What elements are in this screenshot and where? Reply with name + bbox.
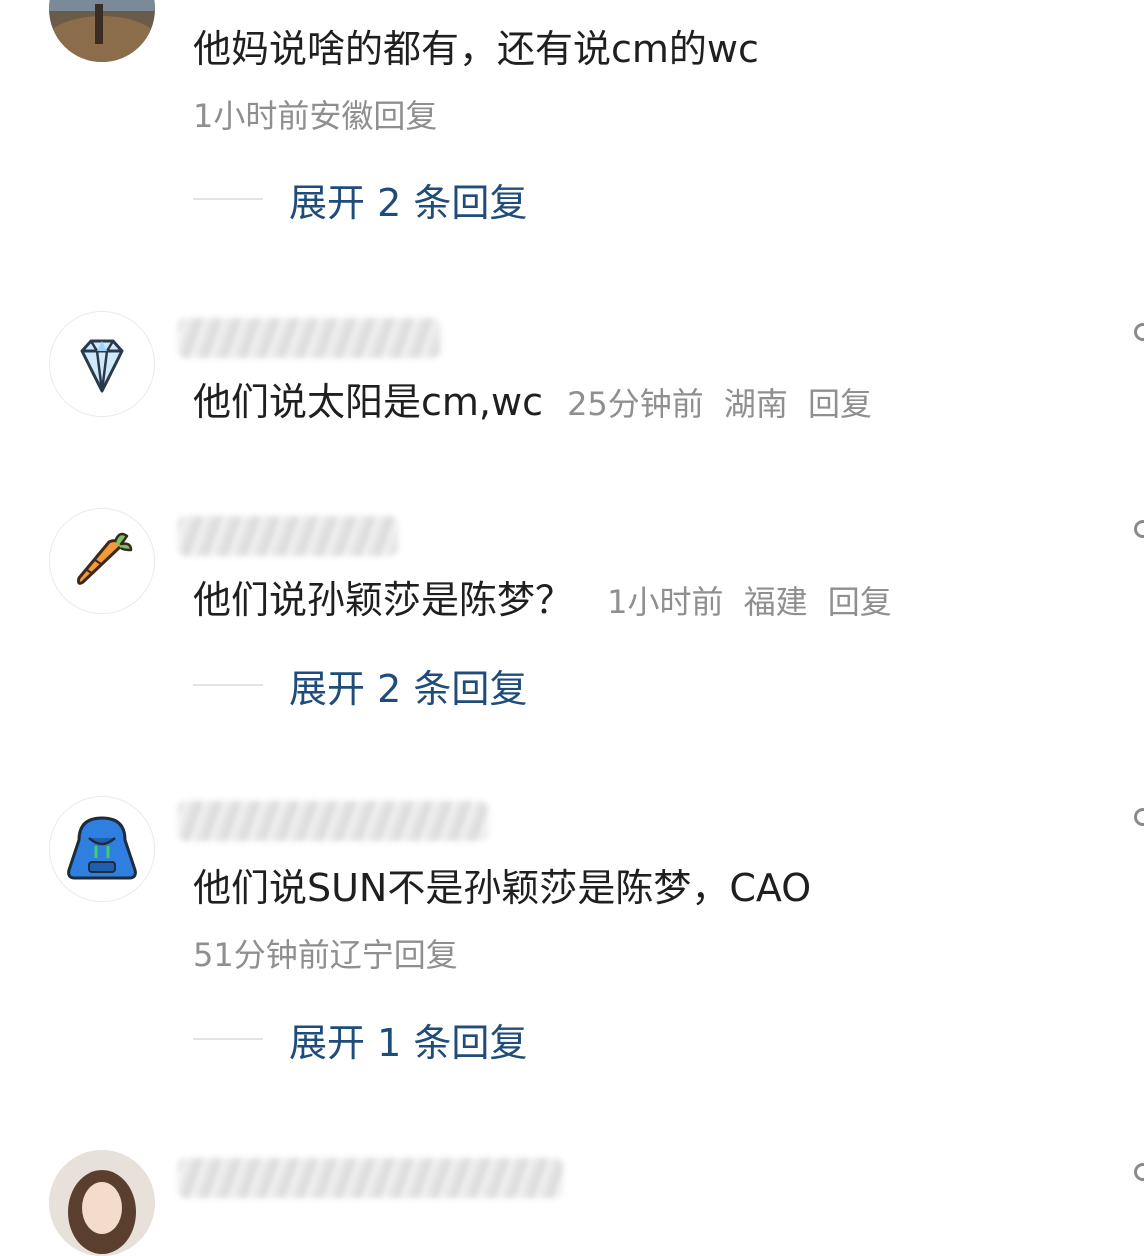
- comment-time: 51分钟前: [193, 936, 330, 974]
- divider: [193, 1038, 263, 1040]
- reply-button[interactable]: 回复: [373, 97, 437, 135]
- expand-replies-button[interactable]: 展开 2 条回复: [193, 662, 527, 711]
- more-icon[interactable]: [1134, 1163, 1144, 1181]
- carrot-icon: [50, 509, 154, 613]
- comment-region: 湖南: [723, 385, 788, 423]
- avatar[interactable]: [49, 1150, 155, 1256]
- comment-time: 1小时前: [607, 583, 724, 621]
- expand-replies-label: 展开 2 条回复: [289, 180, 528, 225]
- reply-button[interactable]: 回复: [394, 936, 458, 974]
- user-photo-avatar: [49, 0, 155, 62]
- avatar[interactable]: [49, 311, 155, 417]
- comment-text: 他们说SUN不是孙颖莎是陈梦，CAO: [193, 866, 812, 910]
- more-icon[interactable]: [1134, 520, 1144, 538]
- comment-region: 辽宁: [329, 936, 394, 974]
- expand-replies-label: 展开 1 条回复: [289, 1020, 528, 1065]
- user-photo-avatar: [49, 1150, 155, 1256]
- divider: [193, 684, 263, 686]
- expand-replies-label: 展开 2 条回复: [289, 666, 528, 711]
- expand-replies-button[interactable]: 展开 1 条回复: [193, 1016, 527, 1065]
- comment-time: 25分钟前: [567, 385, 704, 423]
- avatar[interactable]: [49, 508, 155, 614]
- hoodie-icon: [50, 797, 154, 901]
- comment-region: 福建: [743, 583, 808, 621]
- comment-meta: 51分钟前辽宁回复: [193, 935, 458, 975]
- avatar[interactable]: [49, 0, 155, 62]
- comment-body: 他们说太阳是cm,wc: [193, 380, 543, 424]
- comment-region: 安徽: [309, 97, 374, 135]
- more-icon[interactable]: [1134, 323, 1144, 341]
- blurred-username: [178, 516, 398, 556]
- divider: [193, 198, 263, 200]
- blurred-username: [178, 1158, 563, 1198]
- comment-text: 他们说太阳是cm,wc 25分钟前 湖南 回复: [193, 379, 872, 427]
- comment-meta: 1小时前安徽回复: [193, 96, 437, 136]
- blurred-username: [178, 318, 440, 358]
- comment-time: 1小时前: [193, 97, 310, 135]
- expand-replies-button[interactable]: 展开 2 条回复: [193, 176, 527, 225]
- more-icon[interactable]: [1134, 808, 1144, 826]
- comment-body: 他们说孙颖莎是陈梦？: [193, 578, 574, 622]
- diamond-icon: [50, 312, 154, 416]
- comment-text: 他妈说啥的都有，还有说cm的wc: [193, 27, 759, 71]
- blurred-username: [178, 801, 488, 841]
- reply-button[interactable]: 回复: [808, 385, 872, 423]
- comment-text: 他们说孙颖莎是陈梦？ 1小时前 福建 回复: [193, 577, 892, 625]
- reply-button[interactable]: 回复: [828, 583, 892, 621]
- avatar[interactable]: [49, 796, 155, 902]
